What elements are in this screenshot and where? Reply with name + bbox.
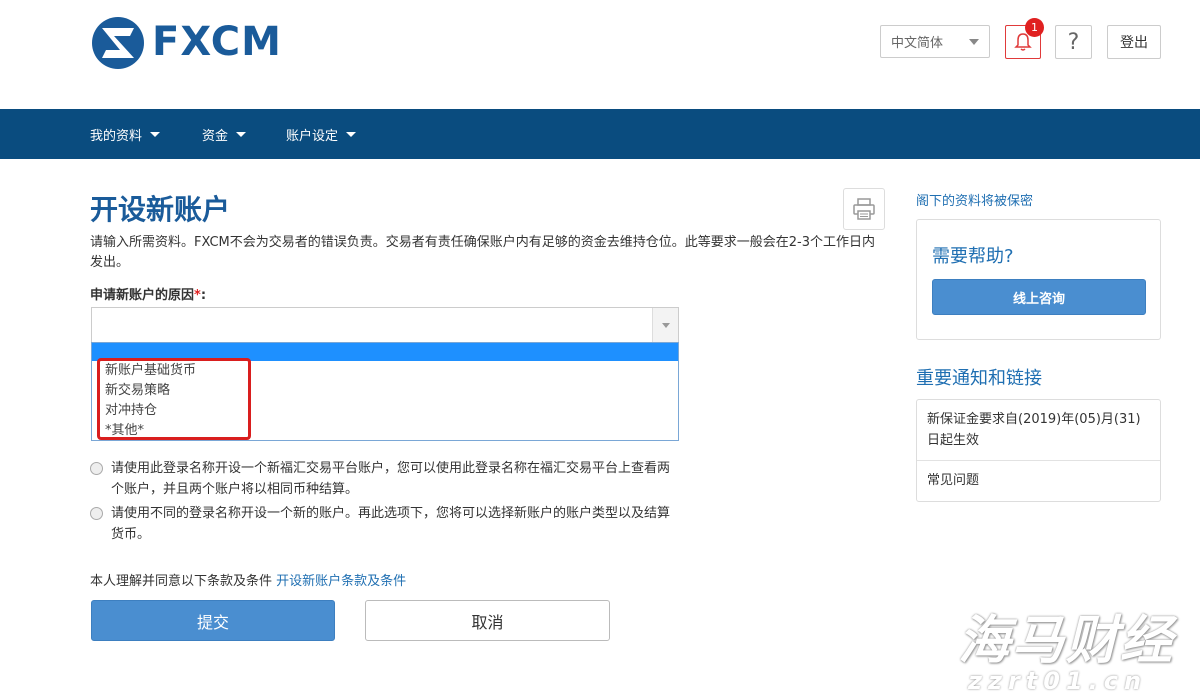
reason-label: 申请新账户的原因*:: [90, 288, 207, 303]
reason-select[interactable]: [91, 307, 679, 343]
caret-down-icon: [346, 131, 357, 137]
select-arrow-button[interactable]: [652, 308, 678, 342]
fxcm-logo-mark-icon: [92, 17, 144, 69]
help-panel-title: 需要帮助?: [932, 246, 1014, 267]
nav-item-funds[interactable]: 资金: [202, 109, 247, 159]
watermark-logo-text: 海马财经: [958, 611, 1175, 671]
help-panel: 需要帮助? 线上咨询: [916, 219, 1161, 340]
help-button[interactable]: ?: [1055, 25, 1092, 59]
intro-text: 请输入所需资料。FXCM不会为交易者的错误负责。交易者有责任确保账户内有足够的资…: [90, 235, 875, 270]
notices-title: 重要通知和链接: [916, 368, 1042, 389]
chevron-down-icon: [969, 39, 979, 45]
notice-divider: [917, 460, 1160, 461]
radio-option-label: 请使用不同的登录名称开设一个新的账户。再此选项下，您将可以选择新账户的账户类型以…: [111, 506, 671, 542]
required-mark: *: [194, 288, 201, 303]
notification-badge: 1: [1025, 18, 1044, 37]
radio-option-same-login[interactable]: 请使用此登录名称开设一个新福汇交易平台账户，您可以使用此登录名称在福汇交易平台上…: [90, 458, 690, 500]
caret-down-icon: [150, 131, 161, 137]
logout-button[interactable]: 登出: [1107, 25, 1161, 59]
annotation-highlight-box: [97, 358, 251, 440]
radio-button[interactable]: [90, 507, 103, 520]
nav-item-label: 资金: [202, 128, 229, 144]
nav-item-account-settings[interactable]: 账户设定: [286, 109, 357, 159]
nav-item-profile[interactable]: 我的资料: [90, 109, 161, 159]
notice-link-margin[interactable]: 新保证金要求自(2019)年(05)月(31)日起生效: [917, 409, 1160, 451]
terms-text: 本人理解并同意以下条款及条件: [90, 574, 273, 589]
radio-option-label: 请使用此登录名称开设一个新福汇交易平台账户，您可以使用此登录名称在福汇交易平台上…: [111, 461, 671, 497]
page-title: 开设新账户: [90, 193, 231, 226]
print-button[interactable]: [843, 188, 885, 230]
terms-line: 本人理解并同意以下条款及条件 开设新账户条款及条件: [90, 570, 406, 589]
nav-item-label: 账户设定: [286, 128, 339, 144]
live-chat-button[interactable]: 线上咨询: [932, 279, 1146, 315]
language-select[interactable]: 中文简体: [880, 25, 990, 58]
chevron-down-icon: [662, 323, 670, 328]
nav-item-label: 我的资料: [90, 128, 143, 144]
caret-down-icon: [236, 131, 247, 137]
main-navbar: 我的资料 资金 账户设定: [0, 109, 1200, 159]
notices-panel: 新保证金要求自(2019)年(05)月(31)日起生效 常见问题: [916, 399, 1161, 502]
logo-text: FXCM: [152, 19, 282, 65]
language-value: 中文简体: [891, 36, 944, 51]
privacy-link[interactable]: 阁下的资料将被保密: [916, 190, 1033, 209]
submit-button[interactable]: 提交: [91, 600, 335, 641]
terms-link[interactable]: 开设新账户条款及条件: [276, 574, 406, 589]
question-mark-icon: ?: [1067, 29, 1080, 55]
watermark-url: zzrt01.cn: [968, 667, 1148, 695]
reason-label-text: 申请新账户的原因: [90, 288, 195, 303]
cancel-button[interactable]: 取消: [365, 600, 610, 641]
notice-link-faq[interactable]: 常见问题: [917, 470, 1160, 491]
fxcm-logo[interactable]: FXCM: [90, 12, 282, 72]
page: FXCM 中文简体 1 ? 登出 我的资料 资金 账户设定 开设新账户 请输入所…: [0, 0, 1200, 699]
radio-option-different-login[interactable]: 请使用不同的登录名称开设一个新的账户。再此选项下，您将可以选择新账户的账户类型以…: [90, 503, 690, 545]
printer-icon: [853, 198, 875, 220]
radio-button[interactable]: [90, 462, 103, 475]
